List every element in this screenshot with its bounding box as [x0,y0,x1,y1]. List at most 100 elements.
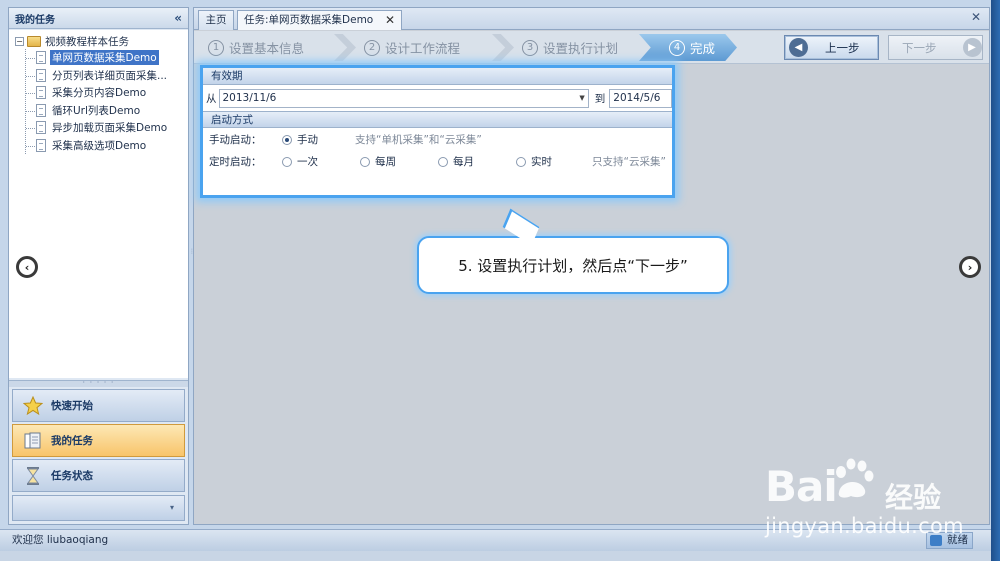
nav-overflow-menu[interactable]: ▾ [12,495,185,521]
radio-icon [282,156,292,167]
end-date-value: 2014/5/6 [613,91,661,104]
wizard-steps: 1 设置基本信息 2 设计工作流程 3 设置执行计划 4 完成 ◀ 上一步 下一步 ▶ [194,31,989,64]
arrow-left-icon: ◀ [789,38,808,57]
tree-item-label: 单网页数据采集Demo [50,50,159,66]
realtime-radio[interactable]: 实时 [516,154,592,169]
close-all-icon[interactable]: ✕ [971,10,981,24]
validity-section-title: 有效期 [203,68,672,85]
tree-item-label: 采集分页内容Demo [52,87,147,100]
scheduled-start-row: 定时启动： 一次 每周 每月 实时 只支持“云采集” [203,151,672,172]
nav-label: 快速开始 [51,400,93,412]
radio-icon [516,156,526,167]
hourglass-icon [23,466,43,486]
step-chevron-icon [334,34,356,61]
weekly-radio[interactable]: 每周 [360,154,438,169]
radio-icon [438,156,448,167]
star-icon [23,395,43,416]
wizard-step-1: 1 设置基本信息 [208,34,304,61]
tree-item-label: 异步加载页面采集Demo [52,122,168,135]
task-tree: − 视频教程样本任务 单网页数据采集Demo 分页列表详细页面采集... 采集分… [9,30,188,378]
monthly-radio[interactable]: 每月 [438,154,516,169]
radio-icon [282,134,292,145]
document-icon [36,51,46,65]
watermark-brand-text: 经验 [885,481,942,514]
radio-label: 每周 [375,156,396,168]
dropdown-arrow-icon[interactable]: ▼ [579,90,584,107]
tree-item[interactable]: 循环Url列表Demo [26,102,188,120]
next-step-button[interactable]: 下一步 ▶ [888,35,983,60]
scheduled-hint: 只支持“云采集” [592,156,666,168]
start-date-picker[interactable]: 2013/11/6 ▼ [218,88,589,108]
step-chevron-icon [492,34,514,61]
instruction-callout: 5. 设置执行计划，然后点“下一步” [417,236,729,294]
once-radio[interactable]: 一次 [282,154,360,169]
wizard-step-2: 2 设计工作流程 [364,34,460,61]
end-date-picker[interactable]: 2014/5/6 [609,88,672,108]
nav-quick-start[interactable]: 快速开始 [12,389,185,422]
previous-step-button[interactable]: ◀ 上一步 [784,35,879,60]
close-tab-icon[interactable]: ✕ [385,11,395,29]
tree-root[interactable]: − 视频教程样本任务 [15,33,188,49]
step-label: 设置基本信息 [229,41,305,56]
from-label: 从 [206,92,217,105]
panel-splitter[interactable]: · · · · · [9,379,188,387]
document-icon [36,103,46,117]
start-date-value: 2013/11/6 [222,91,277,104]
tree-children: 单网页数据采集Demo 分页列表详细页面采集... 采集分页内容Demo 循环U… [25,49,188,154]
document-icon [36,86,46,100]
tab-bar: 主页 任务:单网页数据采集Demo ✕ ✕ [194,8,989,30]
radio-label: 一次 [297,156,318,168]
tasks-icon [23,431,43,451]
window-edge [991,0,1000,561]
tree-expander-icon[interactable]: − [15,36,24,46]
previous-slide-icon[interactable]: ‹ [16,256,38,278]
tree-item[interactable]: 单网页数据采集Demo [26,49,188,67]
step-label: 设计工作流程 [385,41,461,56]
scheduled-start-label: 定时启动： [209,156,262,168]
start-mode-section-title: 启动方式 [203,111,672,128]
tree-item-label: 分页列表详细页面采集... [52,69,168,82]
tree-item[interactable]: 异步加载页面采集Demo [26,119,188,137]
to-label: 到 [594,92,606,105]
date-range-row: 从 2013/11/6 ▼ 到 2014/5/6 [203,85,672,111]
tree-item-label: 采集高级选项Demo [52,139,147,152]
document-icon [36,138,46,152]
collapse-panel-icon[interactable]: « [174,11,182,25]
tree-item[interactable]: 分页列表详细页面采集... [26,67,188,85]
tab-home[interactable]: 主页 [198,10,234,30]
radio-label: 实时 [531,156,552,168]
step-number: 4 [669,39,685,56]
tree-item[interactable]: 采集分页内容Demo [26,84,188,102]
nav-task-status[interactable]: 任务状态 [12,459,185,492]
tree-root-label: 视频教程样本任务 [45,35,129,48]
folder-icon [27,35,41,47]
watermark-logo: Bai [765,462,838,511]
radio-label: 每月 [453,156,474,168]
tree-item-label: 循环Url列表Demo [52,104,141,117]
radio-label: 手动 [297,134,318,146]
radio-icon [360,156,370,167]
left-panel-title: 我的任务 [15,14,55,26]
next-slide-icon[interactable]: › [959,256,981,278]
schedule-form: 有效期 从 2013/11/6 ▼ 到 2014/5/6 启动方式 手动启动： … [200,65,675,198]
manual-radio[interactable]: 手动 [282,132,355,147]
wizard-step-4: 4 完成 [639,34,737,61]
bottom-strip [0,551,991,561]
baidu-jingyan-watermark: Bai 经验 jingyan.baidu.com [765,452,985,542]
step-label: 完成 [690,41,716,56]
step-number: 2 [364,39,380,56]
tab-task[interactable]: 任务:单网页数据采集Demo ✕ [237,10,402,30]
left-panel-header: 我的任务 « [9,8,188,29]
next-step-label: 下一步 [902,40,937,55]
paw-icon [836,458,874,498]
step-number: 3 [522,39,538,56]
wizard-step-3: 3 设置执行计划 [522,34,618,61]
nav-my-tasks[interactable]: 我的任务 [12,424,185,457]
callout-text: 5. 设置执行计划，然后点“下一步” [458,256,688,275]
document-icon [36,68,46,82]
step-label: 设置执行计划 [543,41,619,56]
document-icon [36,121,46,135]
arrow-right-icon: ▶ [962,38,982,57]
tree-item[interactable]: 采集高级选项Demo [26,137,188,155]
nav-label: 我的任务 [51,435,93,447]
